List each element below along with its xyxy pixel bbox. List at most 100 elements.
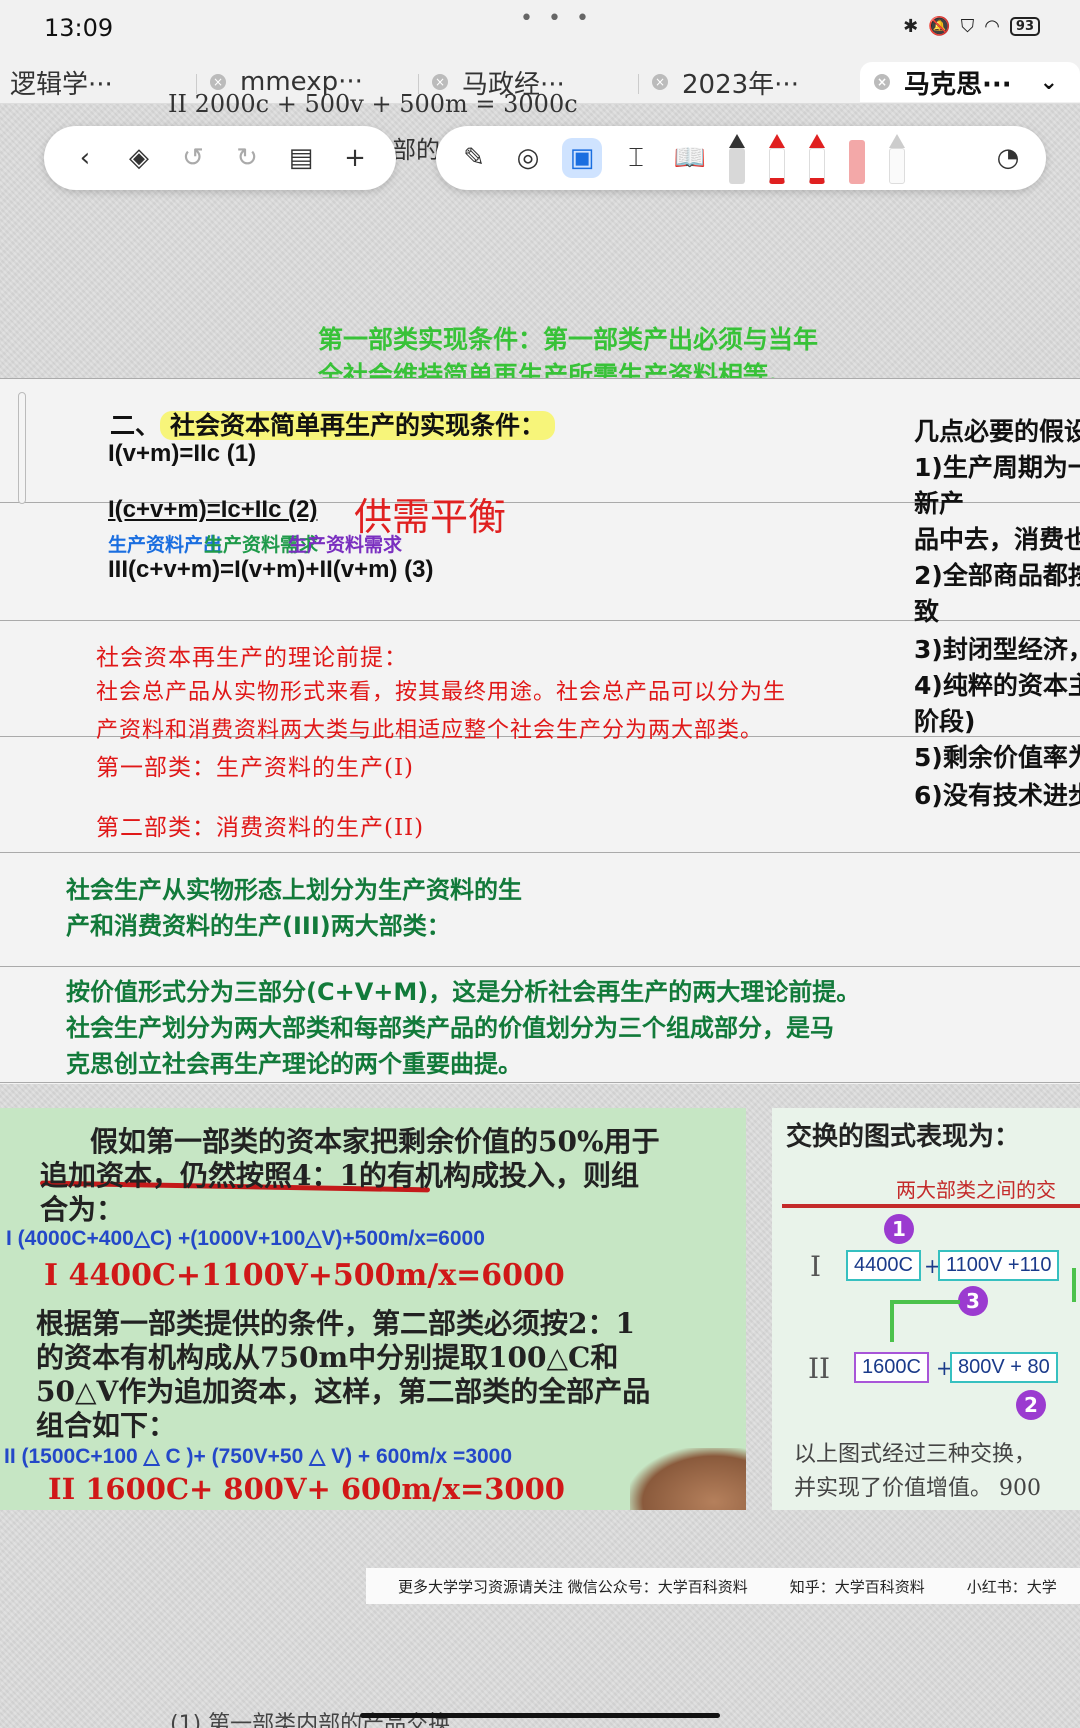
- top-text-fragment: 部的: [392, 136, 440, 164]
- assumption-line: 6)没有技术进步: [914, 781, 1080, 810]
- slide-text-line: 追加资本，仍然按照4：1的有机构成投入，则组: [40, 1159, 639, 1192]
- box-1100v: 1100V +110: [938, 1250, 1060, 1281]
- bluetooth-icon: ✱: [903, 16, 919, 37]
- assumption-line: 5)剩余价值率为: [914, 743, 1080, 772]
- box-4400c: 4400C: [846, 1250, 921, 1281]
- assumption-line: 致: [914, 597, 940, 626]
- tab-label: 2023年···: [682, 69, 799, 100]
- red-note-line: 社会资本再生产的理论前提：: [96, 645, 408, 671]
- handwritten-label: 生产资料需求: [288, 534, 403, 556]
- marker-red-icon[interactable]: [804, 132, 830, 184]
- exchange-line: [1072, 1268, 1076, 1302]
- close-icon[interactable]: ×: [210, 74, 226, 90]
- green-line: 克思创立社会再生产理论的两个重要曲提。: [66, 1050, 522, 1078]
- step-2-badge: 2: [1016, 1390, 1046, 1420]
- diagram-text: 并实现了价值增值。 900: [794, 1476, 1041, 1501]
- section-title-highlight: 社会资本简单再生产的实现条件：: [160, 411, 556, 440]
- formula-1: I(v+m)=IIc (1): [108, 440, 257, 467]
- formula-3: III(c+v+m)=I(v+m)+II(v+m) (3): [108, 556, 434, 583]
- lecturer-hand-image: [630, 1448, 746, 1510]
- green-paragraph-2: 按价值形式分为三部分(C+V+M)，这是分析社会再生产的两大理论前提。 社会生产…: [66, 974, 860, 1082]
- assumption-line: 4)纯粹的资本主: [914, 671, 1080, 700]
- slide-text-line: 合为：: [40, 1193, 125, 1226]
- red-note-line: 产资料和消费资料两大类与此相适应整个社会生产分为两大部类。: [96, 718, 764, 743]
- status-more-dots[interactable]: • • •: [520, 6, 593, 31]
- green-annotation-line: 第一部类实现条件：第一部类产出必须与当年: [318, 325, 819, 354]
- assumption-line: 2)全部商品都按: [914, 561, 1080, 590]
- slide-formula-line: I 4400C+1100V+500m/x=6000: [44, 1258, 565, 1293]
- tab-divider: [638, 74, 639, 94]
- close-icon[interactable]: ×: [652, 74, 668, 90]
- wifi-icon: ◠: [984, 16, 1000, 37]
- status-time: 13:09: [44, 14, 114, 42]
- assumption-line: 新产: [914, 489, 965, 518]
- lecture-slide-image: 假如第一部类的资本家把剩余价值的50%用于 追加资本，仍然按照4：1的有机构成投…: [0, 1108, 746, 1510]
- page-icon[interactable]: ▤: [281, 138, 321, 178]
- navigation-toolbar: ‹ ◈ ↺ ↻ ▤ +: [44, 126, 396, 190]
- shield-icon: ⛉: [960, 16, 975, 37]
- add-icon[interactable]: +: [335, 138, 375, 178]
- tab-label: 马克思···: [904, 69, 1012, 100]
- textbox-icon[interactable]: ⌶: [616, 138, 656, 178]
- back-icon[interactable]: ‹: [65, 138, 105, 178]
- redo-icon[interactable]: ↻: [227, 138, 267, 178]
- assumption-line: 几点必要的假设: [914, 417, 1080, 446]
- row-label-i: I: [810, 1250, 822, 1283]
- highlighter-pink-icon[interactable]: [844, 132, 870, 184]
- section-title: 二、 社会资本简单再生产的实现条件：: [110, 406, 556, 442]
- slide-formula-line: II 1600C+ 800V+ 600m/x=3000: [48, 1472, 565, 1506]
- step-3-badge: 3: [958, 1286, 988, 1316]
- scroll-handle[interactable]: [18, 392, 26, 504]
- slide-formula-line: I (4000C+400△C) +(1000V+100△V)+500m/x=60…: [6, 1227, 485, 1250]
- close-icon[interactable]: ×: [874, 74, 890, 90]
- assumption-line: 品中去，消费也: [914, 525, 1080, 554]
- mute-icon: 🔕: [928, 16, 951, 37]
- undo-icon[interactable]: ↺: [173, 138, 213, 178]
- red-note-line: 第一部类：生产资料的生产(I): [96, 755, 415, 781]
- divider: [0, 966, 1080, 967]
- exchange-line: [890, 1300, 960, 1304]
- layers-icon[interactable]: ◈: [119, 138, 159, 178]
- green-paragraph-1: 社会生产从实物形态上划分为生产资料的生 产和消费资料的生产(III)两大部类：: [66, 872, 522, 944]
- footer-item: 知乎：大学百科资料: [789, 1577, 925, 1596]
- pen-black-icon[interactable]: [724, 132, 750, 184]
- pencil-icon[interactable]: ✎: [454, 138, 494, 178]
- red-note-line: 第二部类：消费资料的生产(II): [96, 815, 425, 841]
- tab-marx[interactable]: × 马克思··· ⌄: [860, 62, 1080, 102]
- diagram-text: 以上图式经过三种交换，: [794, 1442, 1037, 1467]
- green-line: 产和消费资料的生产(III)两大部类：: [66, 912, 451, 940]
- assumption-line: 1)生产周期为一: [914, 453, 1080, 482]
- tab-logic[interactable]: 逻辑学···: [10, 62, 113, 102]
- footer-item: 更多大学学习资源请关注 微信公众号：大学百科资料: [398, 1577, 748, 1596]
- green-line: 社会生产从实物形态上划分为生产资料的生: [66, 876, 522, 904]
- slide-formula-line: II (1500C+100 △ C )+ (750V+50 △ V) + 600…: [4, 1445, 513, 1468]
- top-formula-fragment: II 2000c + 500v + 500m = 3000c: [168, 90, 578, 118]
- formula-2: I(c+v+m)=Ic+IIc (2): [108, 496, 318, 523]
- diagram-rule: [782, 1204, 1080, 1208]
- watermark-footer: 更多大学学习资源请关注 微信公众号：大学百科资料 知乎：大学百科资料 小红书：大…: [366, 1568, 1080, 1604]
- divider: [0, 852, 1080, 853]
- box-1600c: 1600C: [854, 1352, 929, 1383]
- tab-2023[interactable]: × 2023年···: [652, 62, 799, 102]
- image-icon[interactable]: ▣: [562, 138, 602, 178]
- shapes-icon[interactable]: ◔: [988, 138, 1028, 178]
- slide-text-line: 组合如下：: [36, 1409, 177, 1442]
- lasso-icon[interactable]: ◎: [508, 138, 548, 178]
- diagram-title: 交换的图式表现为：: [786, 1122, 1021, 1152]
- exchange-diagram-image: 交换的图式表现为： 两大部类之间的交 1 I 4400C + 1100V +11…: [772, 1108, 1080, 1510]
- exchange-line: [890, 1300, 894, 1342]
- section-prefix: 二、: [110, 411, 161, 440]
- chevron-down-icon[interactable]: ⌄: [1040, 70, 1058, 95]
- status-bar: 13:09 • • • ✱ 🔕 ⛉ ◠ 93: [0, 0, 1080, 58]
- book-icon[interactable]: 📖: [670, 138, 710, 178]
- drawing-toolbar: ✎ ◎ ▣ ⌶ 📖 ◔: [436, 126, 1046, 190]
- green-line: 按价值形式分为三部分(C+V+M)，这是分析社会再生产的两大理论前提。: [66, 978, 861, 1006]
- pen-red-icon[interactable]: [764, 132, 790, 184]
- box-800v: 800V + 80: [950, 1352, 1058, 1383]
- close-icon[interactable]: ×: [432, 74, 448, 90]
- battery-icon: 93: [1009, 17, 1040, 36]
- home-indicator[interactable]: [360, 1713, 720, 1718]
- red-note-line: 社会总产品从实物形式来看，按其最终用途。社会总产品可以分为生: [96, 680, 787, 705]
- pencil-white-icon[interactable]: [884, 132, 910, 184]
- divider: [0, 1082, 1080, 1083]
